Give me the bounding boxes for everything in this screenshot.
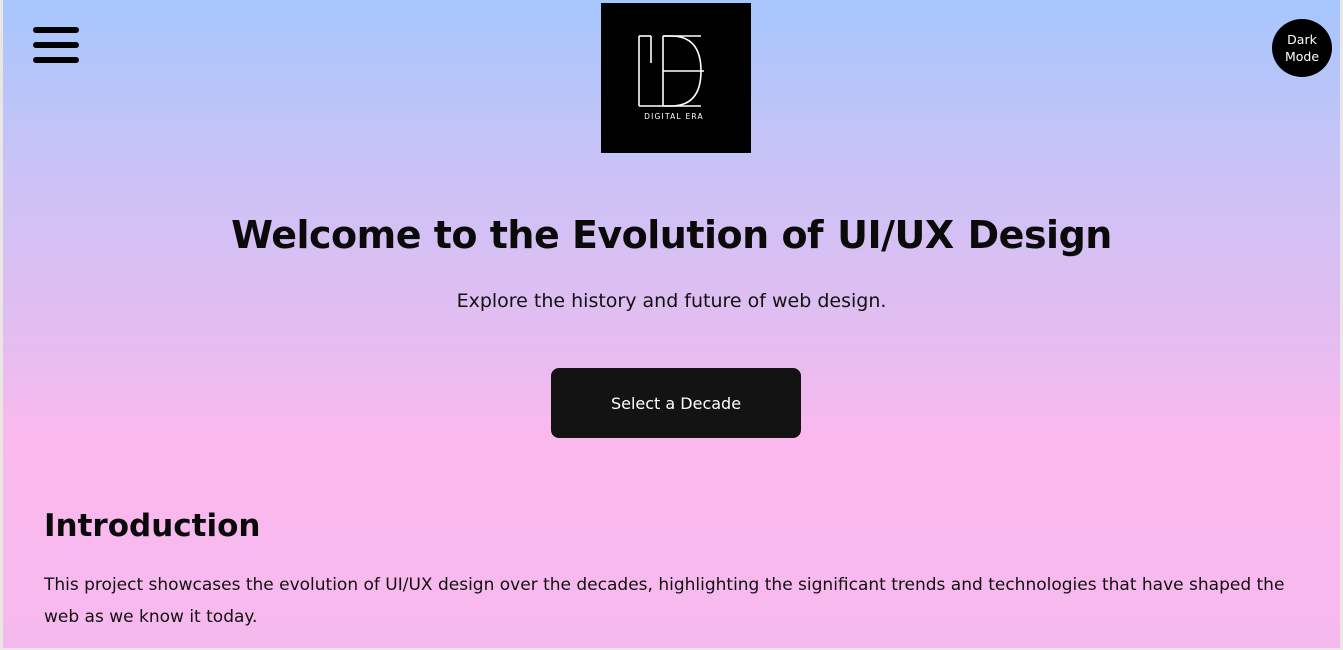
hero-title: Welcome to the Evolution of UI/UX Design [3,213,1340,257]
hero-title-highlight: UI/UX [837,213,954,257]
introduction-heading: Introduction [44,508,261,544]
dark-mode-label-line2: Mode [1284,49,1320,64]
menu-bar [33,42,79,48]
hero-title-prefix: Welcome to the Evolution of [231,213,824,257]
page: DIGITAL ERA Dark Mode Welcome to the Evo… [3,0,1340,648]
menu-bar [33,57,79,63]
menu-bar [33,27,79,33]
introduction-text: This project showcases the evolution of … [44,575,1285,627]
logo[interactable]: DIGITAL ERA [601,3,751,153]
select-decade-button[interactable]: Select a Decade [551,368,801,438]
hero-subtitle: Explore the history and future of web de… [456,290,887,312]
dark-mode-label-line1: Dark [1287,32,1317,47]
logo-tagline: DIGITAL ERA [644,112,704,121]
digital-era-logo-icon: DIGITAL ERA [638,35,704,121]
hamburger-menu-icon[interactable] [33,25,79,65]
dark-mode-toggle-button[interactable]: Dark Mode [1272,19,1332,77]
hero-title-suffix: Design [967,213,1113,257]
